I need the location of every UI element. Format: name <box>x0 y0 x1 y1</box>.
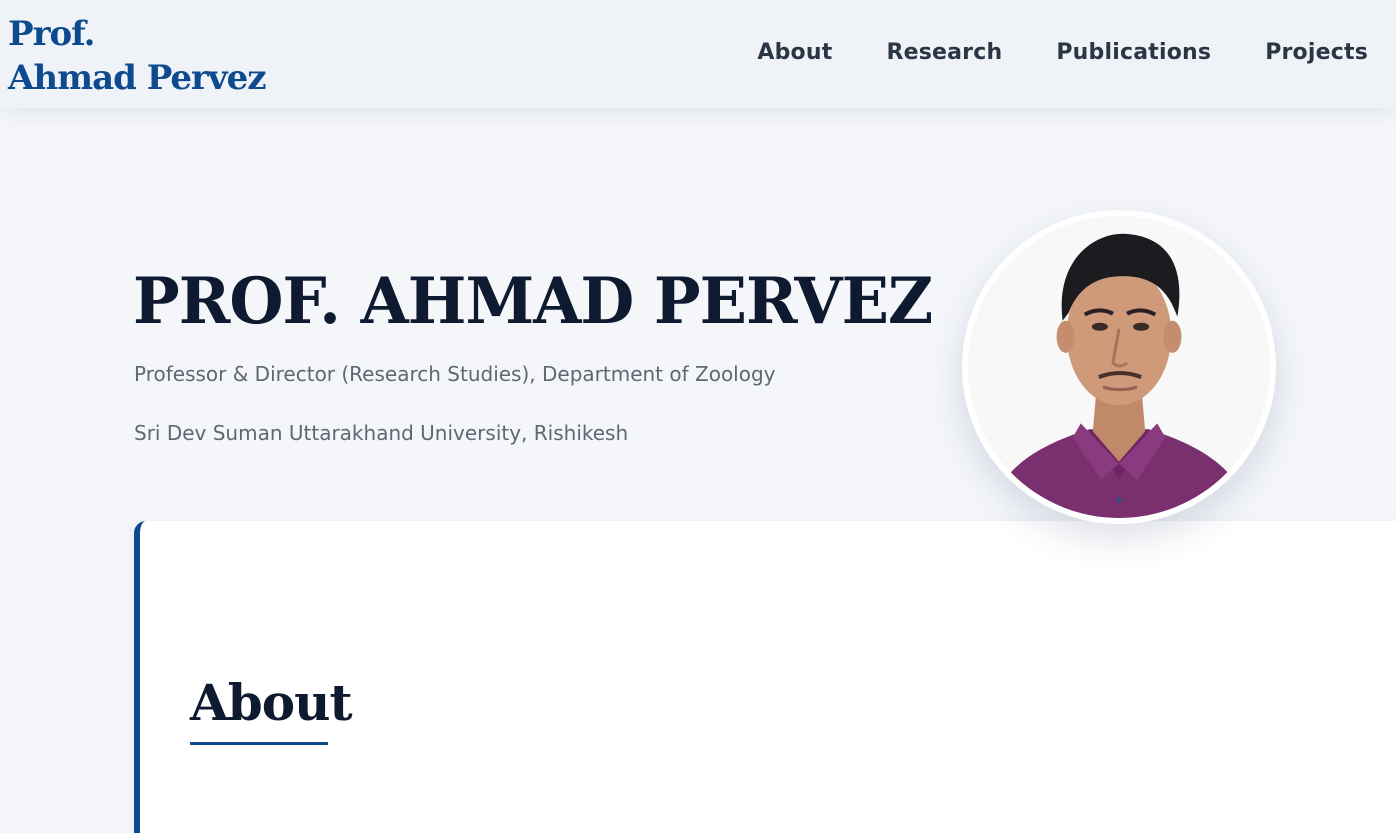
brand-line-1: Prof. <box>8 14 95 54</box>
nav-link-about[interactable]: About <box>757 38 832 68</box>
profile-person-illustration <box>968 216 1270 518</box>
about-heading: About <box>190 673 353 732</box>
profile-photo <box>962 210 1276 524</box>
main-nav: About Research Publications Projects <box>757 38 1368 68</box>
brand-line-2: Ahmad Pervez <box>8 58 267 98</box>
top-navbar: Prof. Ahmad Pervez About Research Public… <box>0 0 1396 108</box>
nav-link-research[interactable]: Research <box>886 38 1002 68</box>
nav-link-projects[interactable]: Projects <box>1265 38 1368 68</box>
about-section-card: About <box>134 521 1396 833</box>
hero-name-heading: PROF. AHMAD PERVEZ <box>133 264 933 339</box>
hero-position-text: Professor & Director (Research Studies),… <box>134 362 776 386</box>
about-heading-underline <box>190 742 328 745</box>
site-logo-link[interactable]: Prof. Ahmad Pervez <box>8 12 267 100</box>
profile-photo-frame <box>968 216 1270 518</box>
nav-link-publications[interactable]: Publications <box>1056 38 1211 68</box>
hero-institution-text: Sri Dev Suman Uttarakhand University, Ri… <box>134 421 629 445</box>
